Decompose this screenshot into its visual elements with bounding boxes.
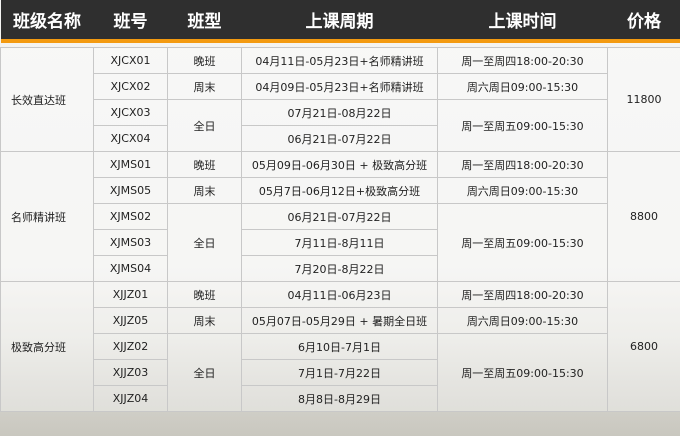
class-code-cell: XJCX02 [93, 73, 168, 100]
time-cell: 周一至周五09:00-15:30 [437, 99, 608, 152]
table-row: XJJZ02 全日 6月10日-7月1日 周一至周五09:00-15:30 [1, 333, 680, 412]
table-header-row: 班级名称 班号 班型 上课周期 上课时间 价格 [0, 0, 680, 43]
time-cell: 周一至周五09:00-15:30 [437, 333, 608, 412]
group-name-cell: 名师精讲班 [0, 151, 94, 282]
period-cell: 7月1日-7月22日 [241, 359, 438, 386]
time-cell: 周一至周五09:00-15:30 [437, 203, 608, 282]
period-cell: 05月7日-06月12日+极致高分班 [241, 177, 438, 204]
header-class-type: 班型 [167, 0, 242, 43]
time-cell: 周一至周四18:00-20:30 [437, 151, 608, 178]
class-code-cell: XJJZ03 [93, 359, 168, 386]
class-code-cell: XJJZ05 [93, 307, 168, 334]
class-code-cell: XJJZ01 [93, 281, 168, 308]
table-row: XJCX02 周末 04月09日-05月23日+名师精讲班 周六周日09:00-… [1, 73, 680, 100]
period-cell: 04月11日-05月23日+名师精讲班 [241, 47, 438, 74]
time-cell: 周六周日09:00-15:30 [437, 307, 608, 334]
header-class-name: 班级名称 [0, 0, 94, 43]
header-period: 上课周期 [241, 0, 438, 43]
table-row: 名师精讲班 XJMS01 晚班 05月09日-06月30日 + 极致高分班 周一… [0, 151, 680, 282]
table-row: XJMS05 周末 05月7日-06月12日+极致高分班 周六周日09:00-1… [1, 177, 680, 204]
period-cell: 7月20日-8月22日 [241, 255, 438, 282]
class-type-cell: 周末 [167, 307, 242, 334]
table-row: XJMS02 全日 06月21日-07月22日 周一至周五09:00-15:30 [1, 203, 680, 282]
header-price: 价格 [607, 0, 680, 43]
table-row: 长效直达班 XJCX01 晚班 04月11日-05月23日+名师精讲班 周一至周… [0, 47, 680, 152]
period-cell: 04月09日-05月23日+名师精讲班 [241, 73, 438, 100]
class-code-cell: XJCX01 [93, 47, 168, 74]
period-cell: 6月10日-7月1日 [241, 333, 438, 360]
class-code-cell: XJJZ04 [93, 385, 168, 412]
period-cell: 04月11日-06月23日 [241, 281, 438, 308]
class-type-cell: 周末 [167, 177, 242, 204]
table-row: XJJZ05 周末 05月07日-05月29日 + 暑期全日班 周六周日09:0… [1, 307, 680, 334]
class-type-cell: 周末 [167, 73, 242, 100]
time-cell: 周六周日09:00-15:30 [437, 73, 608, 100]
header-time: 上课时间 [437, 0, 608, 43]
period-cell: 06月21日-07月22日 [241, 203, 438, 230]
group-name-cell: 极致高分班 [0, 281, 94, 412]
group-name-cell: 长效直达班 [0, 47, 94, 152]
period-cell: 8月8日-8月29日 [241, 385, 438, 412]
class-type-cell: 全日 [167, 203, 242, 282]
class-code-cell: XJCX04 [93, 125, 168, 152]
header-class-code: 班号 [93, 0, 168, 43]
class-type-cell: 全日 [167, 333, 242, 412]
class-code-cell: XJMS01 [93, 151, 168, 178]
price-cell: 8800 [607, 151, 680, 282]
class-type-cell: 晚班 [167, 47, 242, 74]
time-cell: 周一至周四18:00-20:30 [437, 281, 608, 308]
class-type-cell: 晚班 [167, 281, 242, 308]
class-code-cell: XJCX03 [93, 99, 168, 126]
class-code-cell: XJJZ02 [93, 333, 168, 360]
time-cell: 周一至周四18:00-20:30 [437, 47, 608, 74]
period-cell: 05月07日-05月29日 + 暑期全日班 [241, 307, 438, 334]
price-cell: 6800 [607, 281, 680, 412]
period-cell: 05月09日-06月30日 + 极致高分班 [241, 151, 438, 178]
period-cell: 7月11日-8月11日 [241, 229, 438, 256]
class-code-cell: XJMS04 [93, 255, 168, 282]
class-type-cell: 晚班 [167, 151, 242, 178]
time-cell: 周六周日09:00-15:30 [437, 177, 608, 204]
class-code-cell: XJMS03 [93, 229, 168, 256]
class-code-cell: XJMS05 [93, 177, 168, 204]
table-row: 极致高分班 XJJZ01 晚班 04月11日-06月23日 周一至周四18:00… [0, 281, 680, 412]
schedule-page: 班级名称 班号 班型 上课周期 上课时间 价格 长效直达班 XJCX01 晚班 … [0, 0, 680, 436]
period-cell: 07月21日-08月22日 [241, 99, 438, 126]
price-cell: 11800 [607, 47, 680, 152]
class-type-cell: 全日 [167, 99, 242, 152]
class-schedule-table: 班级名称 班号 班型 上课周期 上课时间 价格 长效直达班 XJCX01 晚班 … [0, 0, 680, 412]
class-code-cell: XJMS02 [93, 203, 168, 230]
table-row: XJCX03 全日 07月21日-08月22日 周一至周五09:00-15:30 [1, 99, 680, 152]
period-cell: 06月21日-07月22日 [241, 125, 438, 152]
